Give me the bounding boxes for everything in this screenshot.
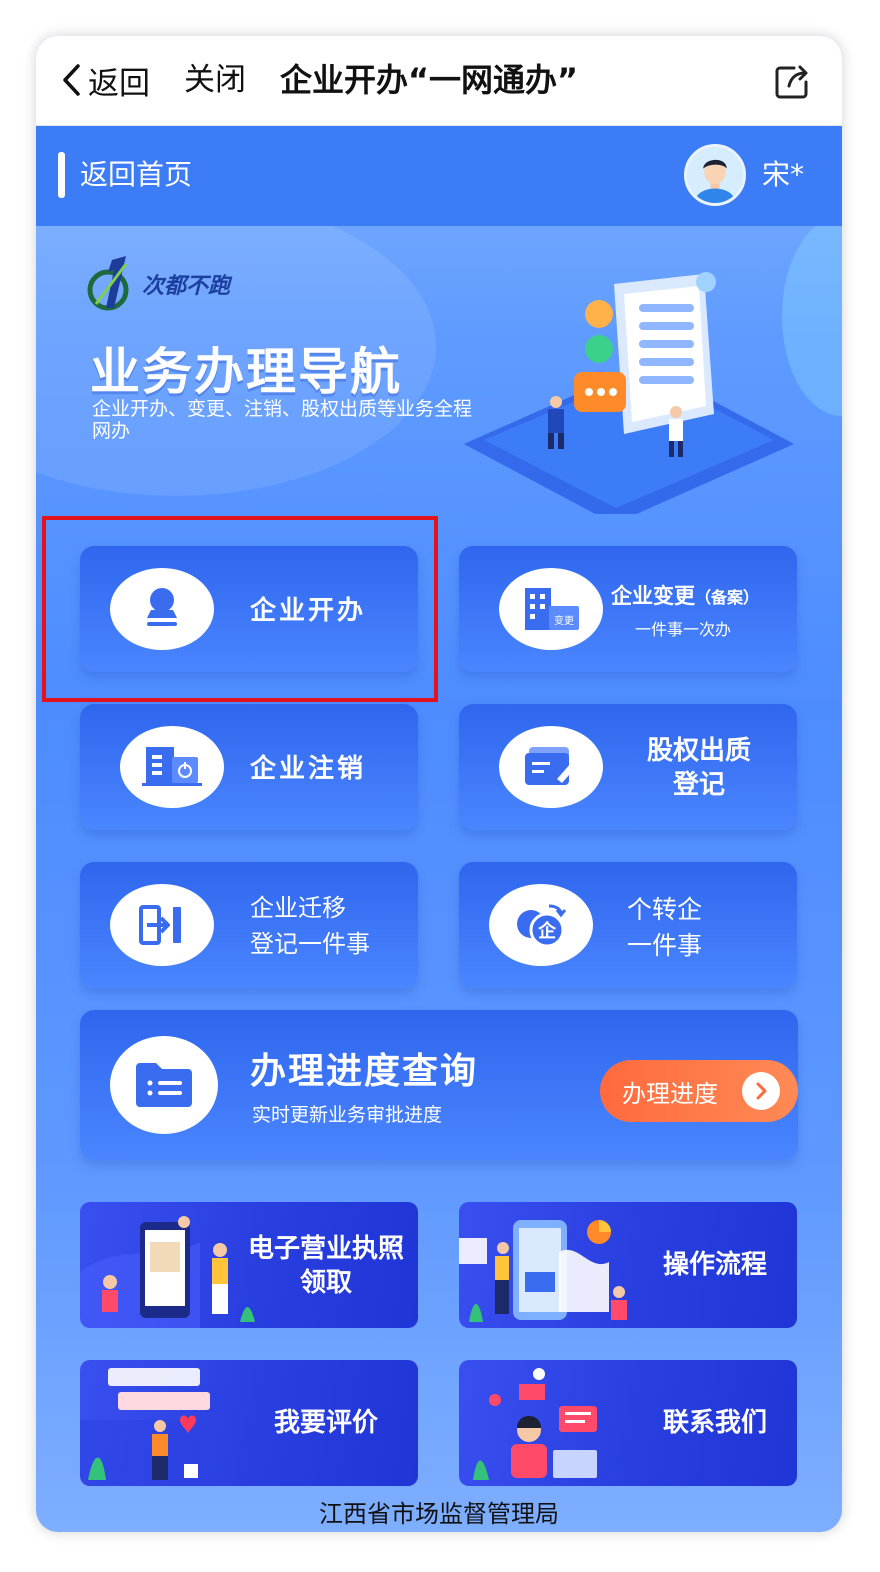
e-license-banner[interactable]: 电子营业执照 领取 (80, 1202, 418, 1328)
selection-highlight (42, 516, 438, 702)
isometric-phone-illustration (464, 272, 794, 514)
rate-label: 我要评价 (273, 1408, 378, 1438)
building-power-icon (142, 747, 202, 786)
progress-title: 办理进度查询 (250, 1051, 479, 1092)
home-indicator-bar (58, 152, 65, 198)
header-bar: 返回首页 宋* (36, 126, 842, 226)
convert-icon-disc: 企 (489, 884, 593, 966)
convert-line1: 个转企 (627, 895, 703, 924)
home-link[interactable]: 返回首页 (80, 154, 192, 196)
chevron-left-icon (63, 64, 80, 96)
folder-icon-disc (110, 1036, 218, 1134)
migrate-line1: 企业迁移 (250, 894, 346, 922)
hero-banner: 次都不跑 业务办理导航 企业开办、变更、注销、股权出质等业务全程网办 (36, 226, 842, 526)
change-badge: 变更 (554, 614, 574, 627)
nav-bar: 返回 关闭 企业开办“一网通办” (36, 36, 842, 126)
progress-query-card[interactable]: 办理进度查询 实时更新业务审批进度 办理进度 (80, 1010, 798, 1160)
enterprise-migrate-label: 企业迁移 登记一件事 (250, 890, 370, 962)
user-avatar-icon (687, 147, 743, 203)
chevron-right-icon (742, 1072, 780, 1110)
convert-enterprise-icon: 企 (517, 904, 567, 948)
convert-line2: 一件事 (627, 931, 703, 960)
avatar[interactable] (684, 144, 746, 206)
migrate-line2: 登记一件事 (250, 930, 370, 958)
phone-screen: 返回 关闭 企业开办“一网通办” 返回首页 宋* 次都不跑 业务办理导航 企业开… (36, 36, 842, 1532)
equity-pledge-line2: 登记 (672, 770, 725, 800)
contact-illustration (473, 1368, 597, 1480)
migrate-icon-disc (110, 884, 214, 966)
rate-banner[interactable]: 我要评价 (80, 1360, 418, 1486)
enterprise-change-subtitle: 一件事一次办 (635, 620, 732, 639)
progress-button[interactable]: 办理进度 (600, 1060, 798, 1122)
progress-subtitle: 实时更新业务审批进度 (252, 1104, 443, 1126)
hero-title: 业务办理导航 (90, 343, 402, 401)
building-icon-disc: 变更 (499, 568, 603, 650)
slogan-logo: 次都不跑 (86, 254, 230, 314)
equity-pledge-card[interactable]: 股权出质 登记 (459, 704, 797, 830)
equity-pledge-label: 股权出质 登记 (629, 734, 769, 802)
license-line2: 领取 (299, 1268, 352, 1298)
progress-button-label: 办理进度 (622, 1079, 718, 1108)
migrate-arrow-icon (139, 905, 181, 945)
enterprise-change-card[interactable]: 变更 企业变更（备案） 一件事一次办 (459, 546, 797, 672)
rating-illustration (80, 1368, 210, 1486)
enterprise-cancel-card[interactable]: 企业注销 (80, 704, 418, 830)
enterprise-change-note: （备案） (695, 588, 760, 607)
footer-text: 江西省市场监督管理局 (319, 1500, 559, 1528)
process-illustration (459, 1220, 627, 1322)
enterprise-change-label: 企业变更 (611, 584, 695, 608)
back-label: 返回 (88, 65, 150, 102)
contact-label: 联系我们 (662, 1408, 767, 1438)
e-license-label: 电子营业执照 领取 (248, 1232, 404, 1300)
contact-banner[interactable]: 联系我们 (459, 1360, 797, 1486)
cancel-icon-disc (120, 726, 224, 808)
individual-to-enterprise-card[interactable]: 企 个转企 一件事 (459, 862, 797, 988)
process-banner[interactable]: 操作流程 (459, 1202, 797, 1328)
individual-to-enterprise-label: 个转企 一件事 (627, 892, 702, 964)
close-button[interactable]: 关闭 (184, 58, 246, 102)
building-change-icon: 变更 (525, 588, 579, 630)
page-title: 企业开办“一网通办” (280, 61, 579, 99)
enterprise-cancel-label: 企业注销 (250, 754, 367, 784)
equity-pledge-line1: 股权出质 (646, 736, 751, 766)
user-name: 宋* (762, 158, 805, 191)
hero-subtitle: 企业开办、变更、注销、股权出质等业务全程网办 (92, 398, 473, 442)
one-trip-logo-icon (87, 256, 129, 311)
folder-list-icon (136, 1063, 192, 1107)
enterprise-migrate-card[interactable]: 企业迁移 登记一件事 (80, 862, 418, 988)
process-label: 操作流程 (662, 1250, 767, 1280)
back-button[interactable]: 返回 (60, 58, 150, 102)
pledge-icon-disc (499, 726, 603, 808)
enterprise-change-title: 企业变更（备案） (611, 580, 759, 610)
slogan-text: 次都不跑 (142, 274, 231, 299)
share-icon[interactable] (772, 62, 812, 102)
convert-badge: 企 (537, 920, 557, 942)
certificate-edit-icon (525, 747, 576, 785)
license-line1: 电子营业执照 (248, 1234, 405, 1264)
